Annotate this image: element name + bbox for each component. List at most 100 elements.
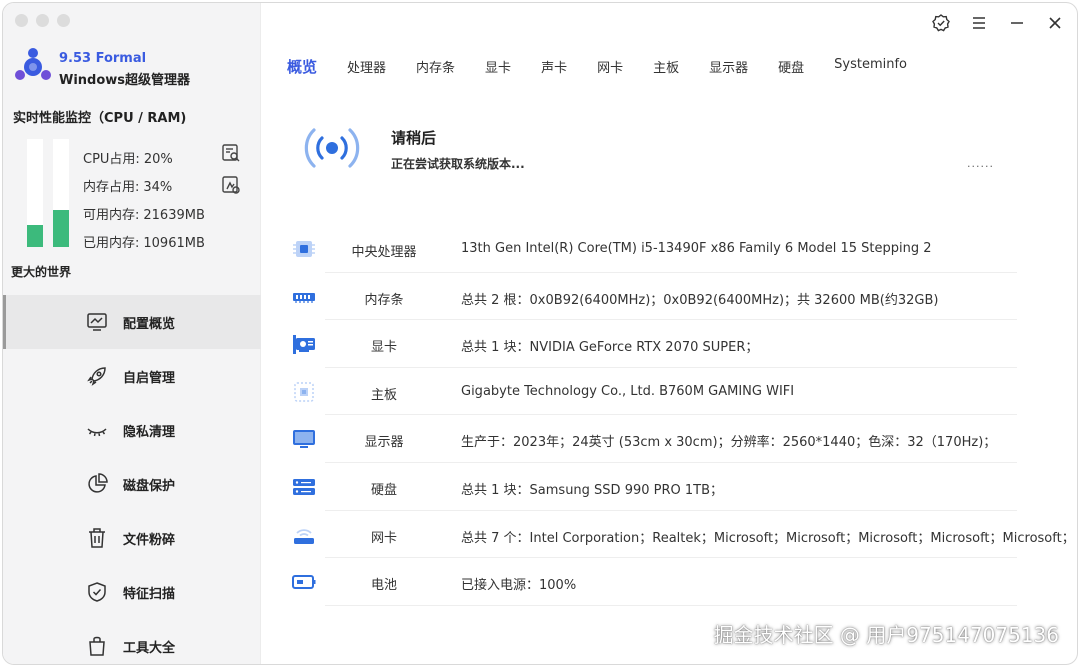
- slogan: 更大的世界: [11, 265, 72, 279]
- info-value: 已接入电源：100%: [461, 578, 577, 594]
- info-value: Gigabyte Technology Co., Ltd. B760M GAMI…: [461, 383, 795, 399]
- minimize-button[interactable]: [1005, 11, 1029, 35]
- watermark: 掘金技术社区 @ 用户975147075136: [713, 623, 1059, 647]
- cpu-usage-fill: [27, 225, 43, 247]
- close-window-dot[interactable]: [15, 14, 28, 27]
- info-row-display: 显示器 生产于：2023年；24英寸 (53cm x 30cm)；分辨率：256…: [293, 415, 1017, 463]
- info-label: 网卡: [370, 530, 397, 546]
- info-value: 生产于：2023年；24英寸 (53cm x 30cm)；分辨率：2560*14…: [461, 435, 997, 451]
- sidebar-item-overview[interactable]: 配置概览: [3, 295, 261, 349]
- tab-disk[interactable]: 硬盘: [778, 57, 804, 83]
- ram-usage-bar: [53, 139, 69, 247]
- pie-chart-icon: [88, 473, 108, 493]
- status-subtitle: 正在尝试获取系统版本...: [391, 157, 525, 171]
- sidebar-item-label: 自启管理: [123, 370, 176, 386]
- info-label: 显卡: [370, 340, 397, 356]
- display-icon: [293, 430, 315, 449]
- tab-cpu[interactable]: 处理器: [347, 57, 386, 83]
- sidebar-item-label: 文件粉碎: [123, 532, 176, 548]
- zoom-window-dot[interactable]: [57, 14, 70, 27]
- avail-mem-label: 可用内存:: [83, 208, 140, 223]
- sidebar-item-label: 工具大全: [123, 640, 176, 656]
- tab-bar: 概览 处理器 内存条 显卡 声卡 网卡 主板 显示器 硬盘 Systeminfo: [287, 57, 937, 83]
- avail-mem-value: 21639MB: [143, 208, 205, 223]
- info-value: 13th Gen Intel(R) Core(TM) i5-13490F x86…: [461, 241, 932, 256]
- search-report-icon[interactable]: [221, 143, 241, 163]
- sidebar-item-startup[interactable]: 自启管理: [3, 349, 261, 403]
- title-actions: [929, 11, 1067, 35]
- cpu-usage-label: CPU占用:: [83, 152, 140, 167]
- info-value: 总共 7 个：Intel Corporation；Realtek；Microso…: [461, 530, 1075, 546]
- info-label: 显示器: [364, 435, 404, 451]
- bag-icon: [89, 636, 105, 656]
- close-button[interactable]: [1043, 11, 1067, 35]
- badge-check-icon: [932, 14, 950, 32]
- cpu-usage-value: 20%: [143, 152, 173, 167]
- mem-usage-value: 34%: [143, 180, 173, 195]
- used-mem-value: 10961MB: [143, 236, 205, 251]
- app-name: Windows超级管理器: [59, 73, 191, 88]
- window-controls: [15, 14, 70, 27]
- sidebar-item-tools[interactable]: 工具大全: [3, 619, 261, 664]
- closed-eye-icon: [87, 428, 107, 437]
- shield-check-icon: [88, 582, 106, 602]
- monitor-title: 实时性能监控（CPU / RAM): [13, 111, 187, 126]
- gpu-icon: [293, 335, 315, 355]
- close-icon: [1049, 17, 1061, 29]
- battery-icon: [292, 575, 316, 590]
- tab-memory[interactable]: 内存条: [416, 57, 455, 83]
- info-row-battery: 电池 已接入电源：100%: [292, 558, 1017, 606]
- rocket-icon: [87, 367, 106, 386]
- trash-icon: [89, 528, 105, 548]
- used-mem-label: 已用内存:: [83, 236, 140, 251]
- info-row-gpu: 显卡 总共 1 块：NVIDIA GeForce RTX 2070 SUPER；: [293, 320, 1017, 368]
- info-value: 总共 1 块：Samsung SSD 990 PRO 1TB；: [461, 482, 724, 498]
- app-logo-icon: [15, 48, 51, 80]
- app-window: 9.53 Formal Windows超级管理器 实时性能监控（CPU / RA…: [2, 2, 1078, 665]
- verify-button[interactable]: [929, 11, 953, 35]
- tab-overview[interactable]: 概览: [287, 56, 317, 83]
- sidebar: 9.53 Formal Windows超级管理器 实时性能监控（CPU / RA…: [3, 3, 261, 664]
- sidebar-nav: 配置概览 自启管理 隐私清理 磁盘保护 文件粉碎 特征扫描 工具大全: [3, 295, 261, 664]
- status-title: 请稍后: [391, 129, 437, 147]
- memory-report-icon[interactable]: [221, 175, 241, 195]
- disk-icon: [293, 478, 315, 495]
- info-value: 总共 2 根：0x0B92(6400MHz)；0x0B92(6400MHz)；共…: [461, 292, 939, 308]
- used-mem-stat: 已用内存: 10961MB: [83, 232, 205, 251]
- sidebar-item-disk-protect[interactable]: 磁盘保护: [3, 457, 261, 511]
- sidebar-item-scan[interactable]: 特征扫描: [3, 565, 261, 619]
- mem-usage-stat: 内存占用: 34%: [83, 176, 172, 195]
- cpu-usage-bar: [27, 139, 43, 247]
- info-row-network: 网卡 总共 7 个：Intel Corporation；Realtek；Micr…: [294, 511, 1075, 559]
- sidebar-item-label: 特征扫描: [123, 586, 176, 602]
- mem-usage-label: 内存占用:: [83, 180, 140, 195]
- info-row-memory: 内存条 总共 2 根：0x0B92(6400MHz)；0x0B92(6400MH…: [293, 273, 1017, 321]
- minimize-window-dot[interactable]: [36, 14, 49, 27]
- info-label: 内存条: [364, 292, 404, 308]
- hamburger-menu-icon: [973, 17, 985, 29]
- ram-usage-fill: [53, 210, 69, 247]
- monitor-chart-icon: [87, 313, 107, 331]
- info-value: 总共 1 块：NVIDIA GeForce RTX 2070 SUPER；: [461, 340, 759, 356]
- cpu-usage-stat: CPU占用: 20%: [83, 148, 173, 167]
- sidebar-item-shredder[interactable]: 文件粉碎: [3, 511, 261, 565]
- tab-display[interactable]: 显示器: [709, 57, 748, 83]
- tab-motherboard[interactable]: 主板: [653, 57, 679, 83]
- broadcast-icon: [304, 128, 360, 168]
- main-panel: 概览 处理器 内存条 显卡 声卡 网卡 主板 显示器 硬盘 Systeminfo…: [261, 3, 1077, 664]
- motherboard-icon: [294, 382, 314, 402]
- sidebar-item-label: 配置概览: [123, 316, 176, 332]
- info-label: 主板: [370, 387, 397, 403]
- info-label: 硬盘: [370, 482, 397, 498]
- tab-gpu[interactable]: 显卡: [485, 57, 511, 83]
- sidebar-item-label: 隐私清理: [123, 424, 176, 440]
- tab-network[interactable]: 网卡: [597, 57, 623, 83]
- loading-dots: ......: [967, 157, 994, 170]
- info-row-motherboard: 主板 Gigabyte Technology Co., Ltd. B760M G…: [294, 368, 1017, 416]
- info-row-disk: 硬盘 总共 1 块：Samsung SSD 990 PRO 1TB；: [293, 463, 1017, 511]
- tab-systeminfo[interactable]: Systeminfo: [834, 57, 907, 83]
- menu-button[interactable]: [967, 11, 991, 35]
- sidebar-item-privacy[interactable]: 隐私清理: [3, 403, 261, 457]
- app-version: 9.53 Formal: [59, 51, 147, 66]
- tab-sound[interactable]: 声卡: [541, 57, 567, 83]
